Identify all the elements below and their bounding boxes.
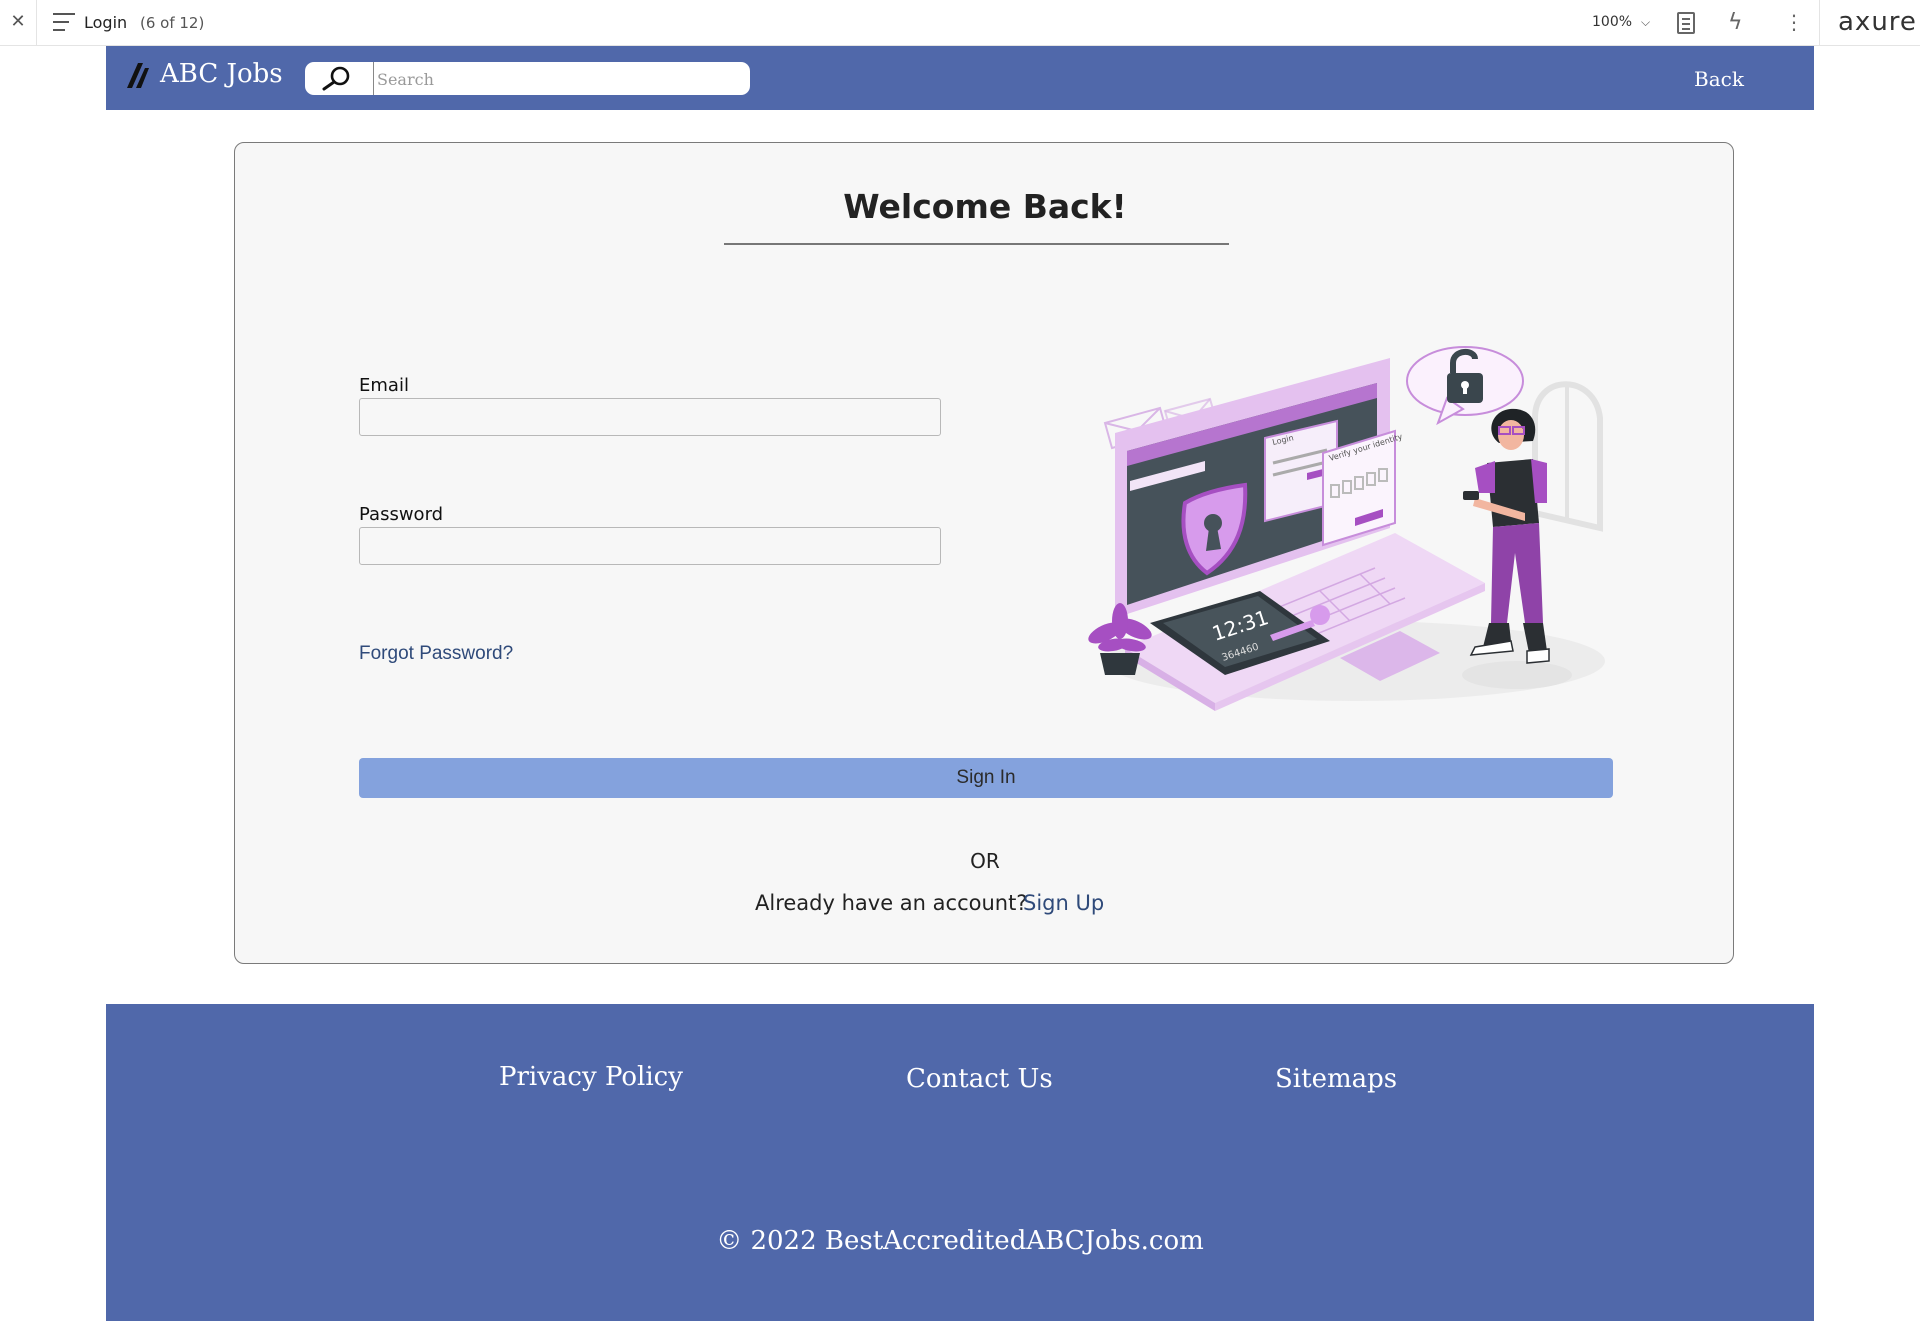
forgot-password-link[interactable]: Forgot Password? xyxy=(359,643,513,665)
chevron-down-icon[interactable]: ⌵ xyxy=(1641,15,1650,30)
search-icon[interactable] xyxy=(319,65,355,91)
back-link[interactable]: Back xyxy=(1694,67,1744,91)
contact-us-link[interactable]: Contact Us xyxy=(906,1064,1053,1094)
title-divider xyxy=(724,243,1229,245)
close-icon[interactable]: ✕ xyxy=(8,10,28,34)
brand-name[interactable]: ABC Jobs xyxy=(160,59,283,89)
more-options-icon[interactable]: ⋮ xyxy=(1784,10,1804,34)
privacy-policy-link[interactable]: Privacy Policy xyxy=(499,1062,683,1092)
toolbar-divider xyxy=(36,0,37,46)
zoom-level[interactable]: 100% xyxy=(1592,14,1632,30)
search-bar xyxy=(305,62,750,95)
site-header: ABC Jobs Back xyxy=(106,46,1814,110)
login-card: Welcome Back! Email Password Forgot Pass… xyxy=(234,142,1734,964)
search-input[interactable] xyxy=(377,66,737,92)
axure-logo: axure xyxy=(1838,7,1917,37)
password-label: Password xyxy=(359,504,444,525)
page-name: Login xyxy=(84,13,128,32)
search-divider xyxy=(373,62,374,95)
notes-icon[interactable] xyxy=(1677,12,1695,34)
account-prompt: Already have an account? xyxy=(755,891,1028,915)
sign-in-button[interactable]: Sign In xyxy=(359,758,1613,798)
brand-logo-icon xyxy=(127,63,149,88)
email-label: Email xyxy=(359,375,409,396)
site-footer: Privacy Policy Contact Us Sitemaps © 202… xyxy=(106,1004,1814,1321)
page-count: (6 of 12) xyxy=(140,14,205,32)
page-title: Welcome Back! xyxy=(843,187,1127,226)
interactions-icon[interactable]: ϟ xyxy=(1728,10,1743,35)
sign-up-link[interactable]: Sign Up xyxy=(1023,891,1104,915)
hamburger-menu-icon[interactable] xyxy=(53,13,75,33)
or-divider-text: OR xyxy=(970,849,1000,873)
axure-toolbar: ✕ Login (6 of 12) 100% ⌵ ϟ ⋮ axure xyxy=(0,0,1920,46)
login-security-illustration: Login Verify your identity 12:31 364460 xyxy=(1088,346,1605,711)
email-field[interactable] xyxy=(359,398,941,436)
toolbar-divider xyxy=(1819,0,1820,46)
sitemaps-link[interactable]: Sitemaps xyxy=(1275,1064,1397,1094)
password-field[interactable] xyxy=(359,527,941,565)
copyright-text: © 2022 BestAccreditedABCJobs.com xyxy=(716,1226,1204,1256)
